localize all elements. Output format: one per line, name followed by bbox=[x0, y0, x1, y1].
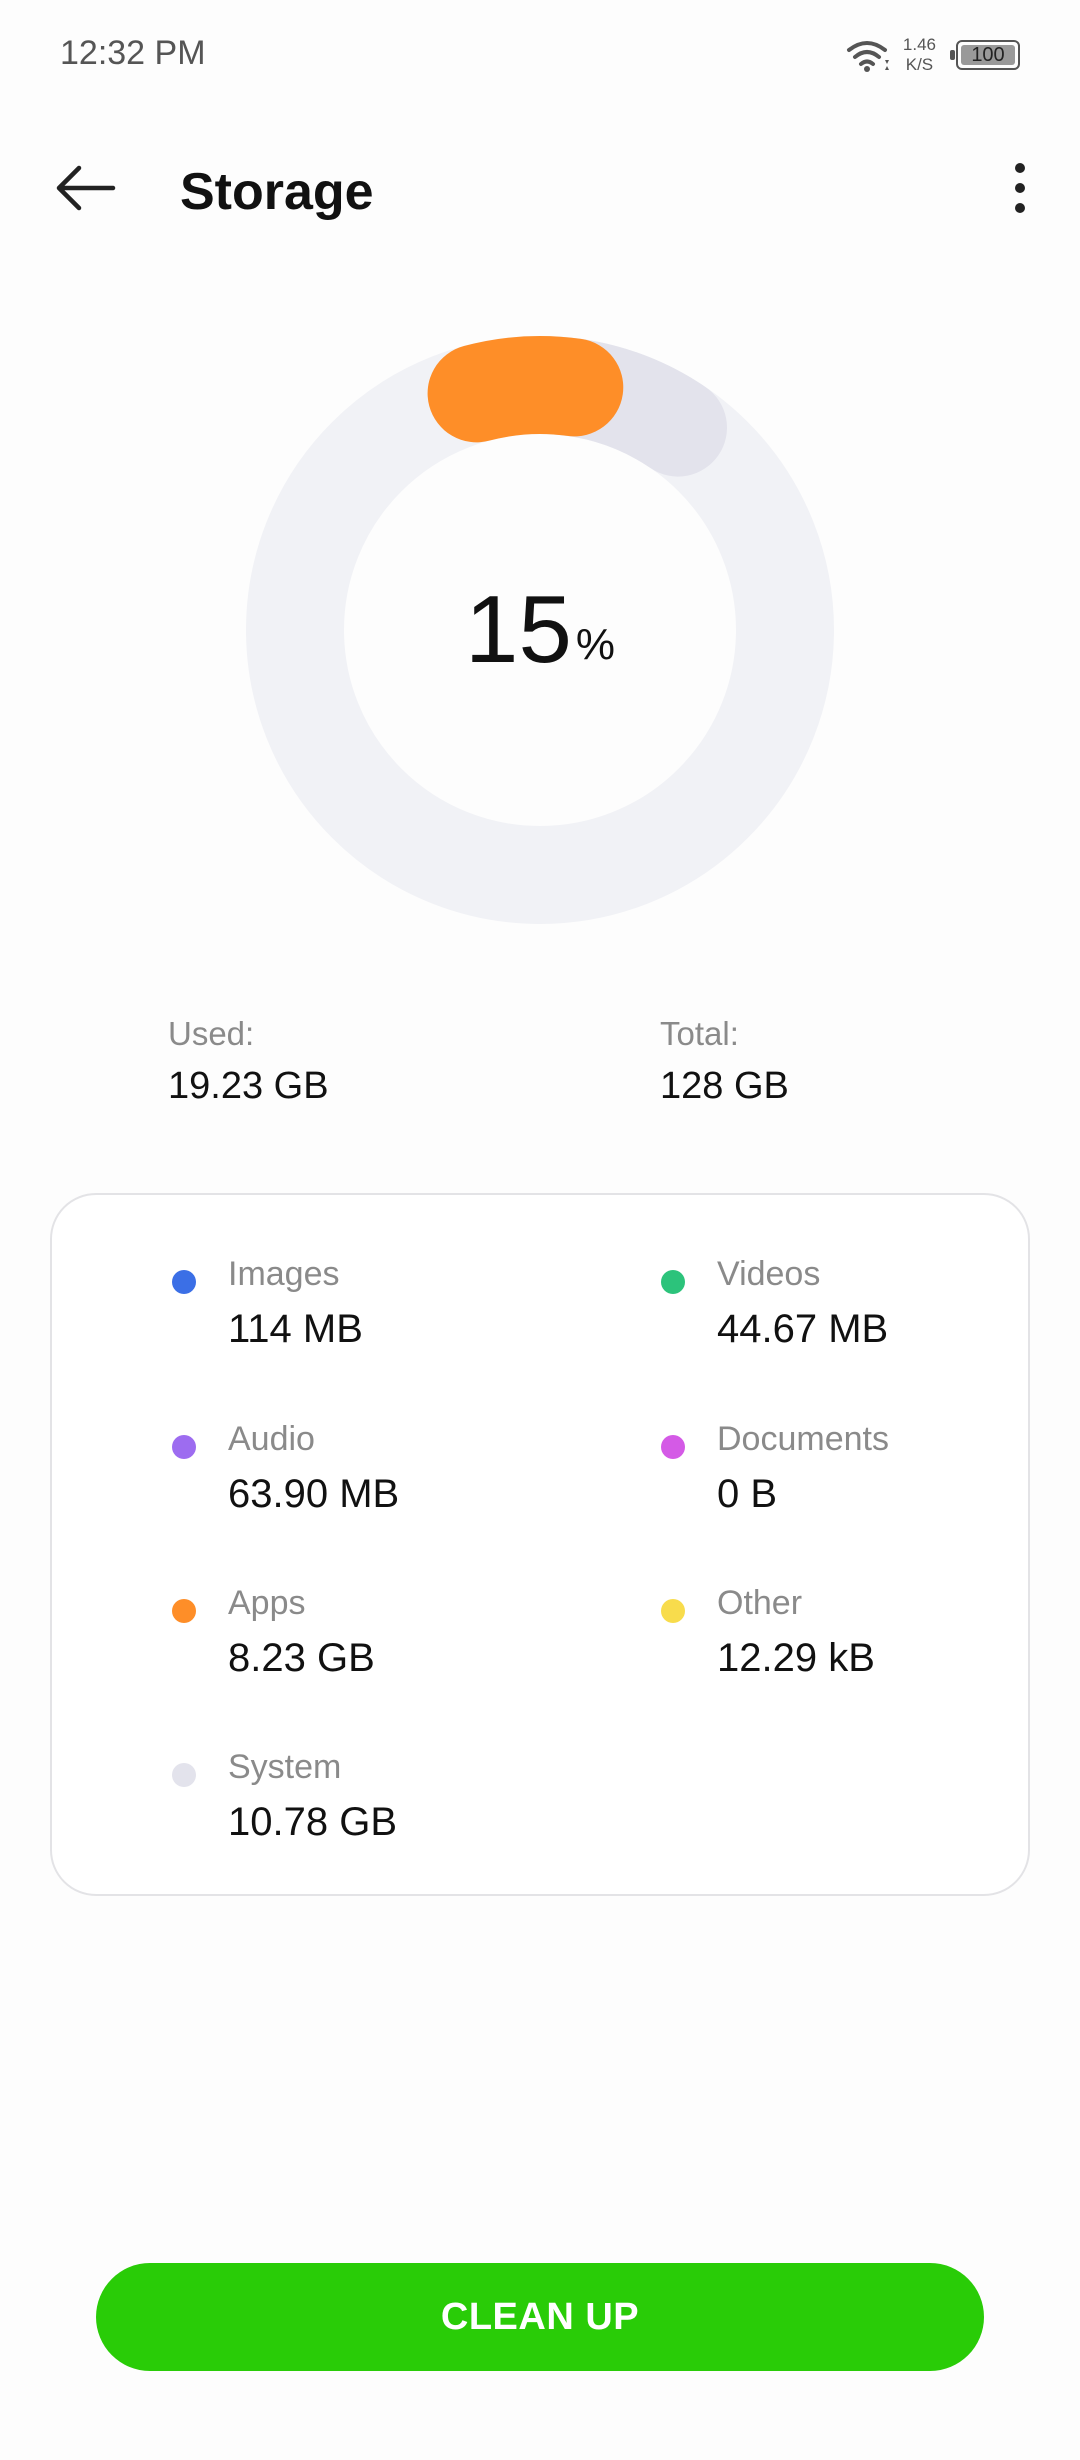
battery-level: 100 bbox=[971, 43, 1005, 66]
usage-summary: Used: 19.23 GB Total: 128 GB bbox=[0, 1015, 1080, 1125]
category-dot bbox=[661, 1270, 685, 1294]
usage-percent: 15 % bbox=[240, 330, 840, 930]
status-icons: 1.46 K/S 100 bbox=[845, 30, 1020, 80]
clean-up-button[interactable]: CLEAN UP bbox=[96, 2263, 984, 2371]
used-value: 19.23 GB bbox=[168, 1065, 329, 1107]
category-dot bbox=[661, 1435, 685, 1459]
app-bar: Storage bbox=[0, 140, 1080, 240]
category-value: 8.23 GB bbox=[228, 1636, 375, 1680]
category-label: Documents bbox=[717, 1420, 889, 1458]
category-apps[interactable]: Apps 8.23 GB bbox=[172, 1584, 592, 1704]
category-images[interactable]: Images 114 MB bbox=[172, 1255, 592, 1375]
usage-percent-number: 15 bbox=[465, 576, 572, 683]
network-speed-value: 1.46 bbox=[902, 35, 936, 54]
category-label: Other bbox=[717, 1584, 803, 1622]
category-dot bbox=[172, 1270, 196, 1294]
category-dot bbox=[172, 1763, 196, 1787]
more-options-button[interactable] bbox=[990, 150, 1050, 230]
more-vertical-icon bbox=[1013, 160, 1027, 221]
usage-percent-sign: % bbox=[575, 620, 615, 669]
category-value: 12.29 kB bbox=[717, 1636, 875, 1680]
category-value: 10.78 GB bbox=[228, 1800, 398, 1844]
battery-icon: 100 bbox=[950, 40, 1020, 70]
category-label: System bbox=[228, 1748, 342, 1786]
back-button[interactable] bbox=[40, 150, 130, 230]
wifi-icon bbox=[845, 38, 889, 72]
category-label: Audio bbox=[228, 1420, 315, 1458]
category-label: Videos bbox=[717, 1255, 821, 1293]
category-value: 44.67 MB bbox=[717, 1307, 889, 1351]
category-label: Images bbox=[228, 1255, 340, 1293]
category-value: 63.90 MB bbox=[228, 1472, 400, 1516]
storage-usage-ring: 15 % bbox=[240, 330, 840, 930]
total-storage: Total: 128 GB bbox=[660, 1015, 789, 1108]
page-title: Storage bbox=[180, 163, 374, 221]
category-videos[interactable]: Videos 44.67 MB bbox=[661, 1255, 1080, 1375]
category-dot bbox=[172, 1599, 196, 1623]
category-value: 114 MB bbox=[228, 1307, 363, 1351]
category-dot bbox=[661, 1599, 685, 1623]
used-label: Used: bbox=[168, 1015, 255, 1052]
category-dot bbox=[172, 1435, 196, 1459]
network-speed-unit: K/S bbox=[905, 55, 934, 74]
status-bar: 12:32 PM 1.46 K/S 100 bbox=[0, 0, 1080, 110]
category-system[interactable]: System 10.78 GB bbox=[172, 1748, 592, 1868]
used-storage: Used: 19.23 GB bbox=[168, 1015, 329, 1108]
network-speed: 1.46 K/S bbox=[903, 35, 936, 75]
total-value: 128 GB bbox=[660, 1065, 789, 1107]
category-documents[interactable]: Documents 0 B bbox=[661, 1420, 1080, 1540]
back-arrow-icon bbox=[53, 163, 117, 218]
category-audio[interactable]: Audio 63.90 MB bbox=[172, 1420, 592, 1540]
category-value: 0 B bbox=[717, 1472, 778, 1516]
category-label: Apps bbox=[228, 1584, 306, 1622]
storage-category-card: Images 114 MB Videos 44.67 MB Audio 63.9… bbox=[50, 1193, 1030, 1896]
status-time: 12:32 PM bbox=[60, 34, 206, 72]
total-label: Total: bbox=[660, 1015, 739, 1052]
category-other[interactable]: Other 12.29 kB bbox=[661, 1584, 1080, 1704]
